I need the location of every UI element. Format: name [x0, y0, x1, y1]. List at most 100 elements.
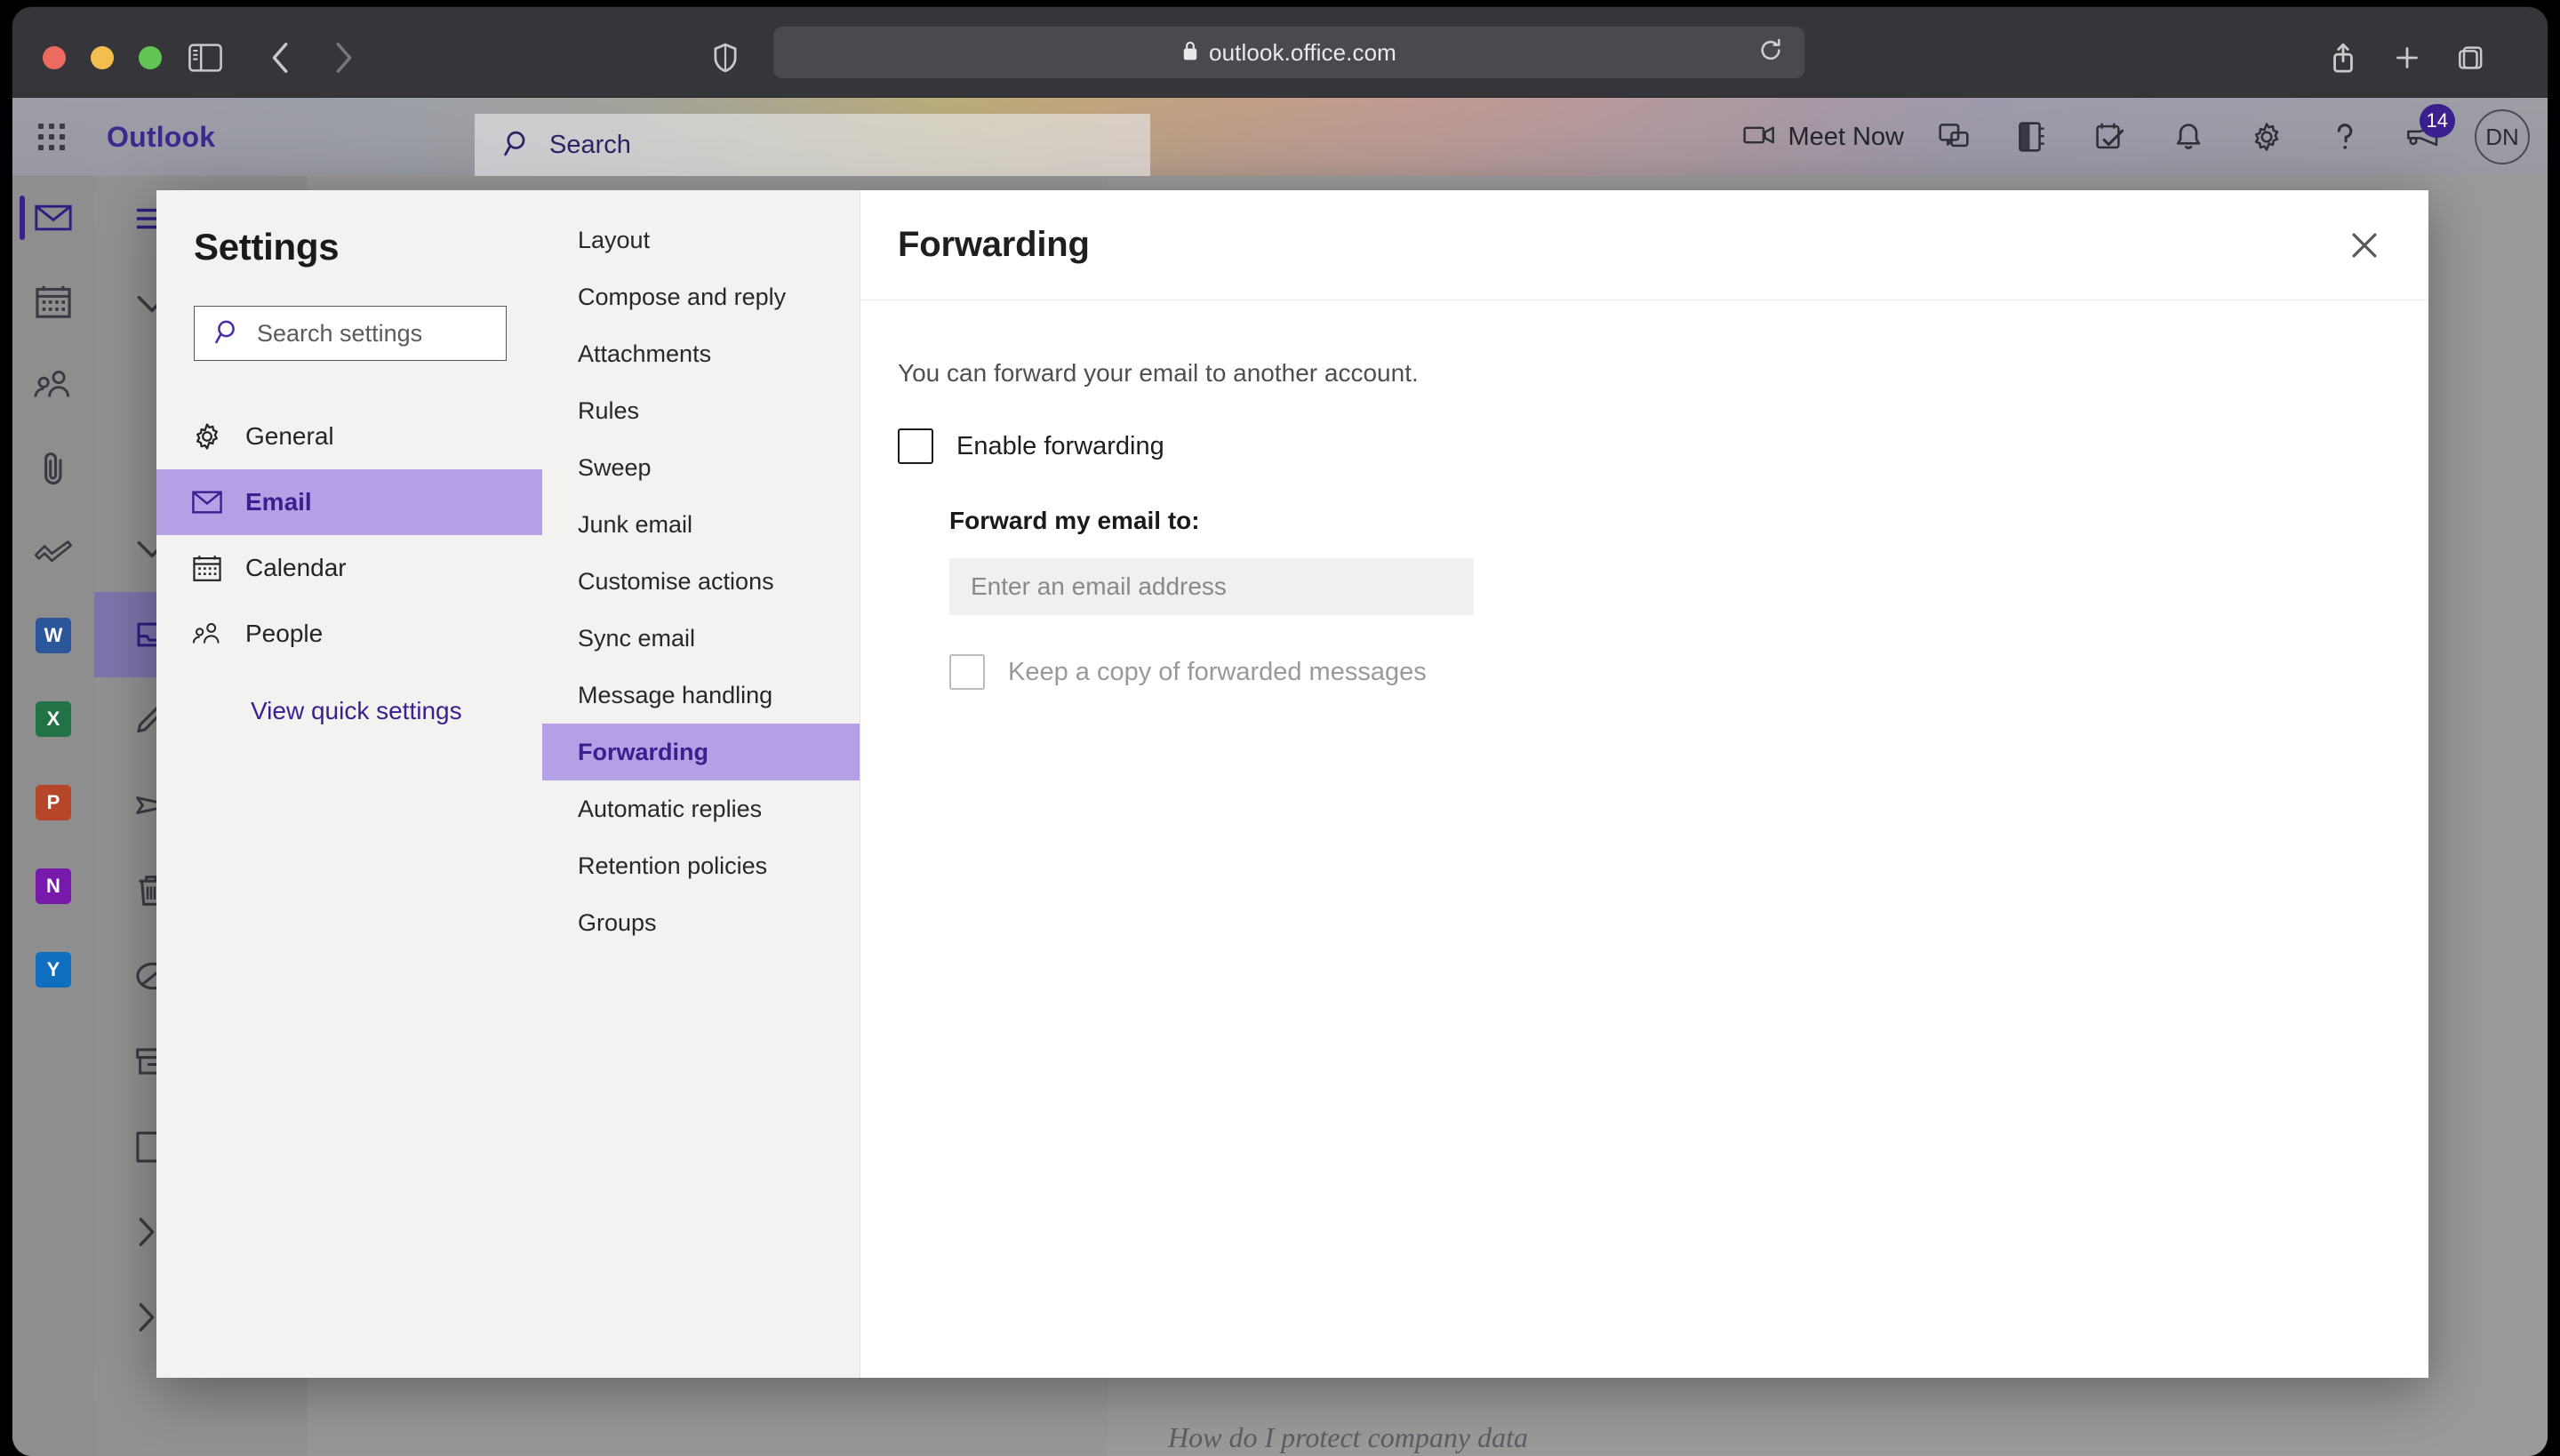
chevron-left-icon[interactable]: [260, 39, 302, 76]
megaphone-icon: [2405, 137, 2441, 152]
subnav-item-junk-email[interactable]: Junk email: [542, 496, 860, 553]
subnav-item-attachments[interactable]: Attachments: [542, 325, 860, 382]
enable-forwarding-label: Enable forwarding: [956, 432, 1164, 461]
video-camera-icon: [1743, 123, 1775, 152]
subnav-item-sync-email[interactable]: Sync email: [542, 610, 860, 667]
feedback-badge-count: 14: [2420, 104, 2455, 138]
teams-chat-icon[interactable]: [1915, 98, 1993, 176]
subnav-item-sweep[interactable]: Sweep: [542, 439, 860, 496]
share-icon[interactable]: [2324, 39, 2363, 76]
sidebar-item-label: General: [245, 422, 334, 451]
search-icon: [214, 318, 241, 349]
shield-icon[interactable]: [706, 39, 745, 76]
meet-now-button[interactable]: Meet Now: [1732, 98, 1915, 176]
enable-forwarding-checkbox[interactable]: [898, 428, 933, 464]
settings-dialog-left-pane: Settings Search settings General: [156, 190, 542, 1378]
outlook-brand[interactable]: Outlook: [107, 121, 215, 154]
suggestion-text: How do I protect company data: [1168, 1421, 1528, 1454]
subnav-item-groups[interactable]: Groups: [542, 894, 860, 951]
keep-copy-row[interactable]: Keep a copy of forwarded messages: [949, 654, 2391, 690]
keep-copy-checkbox[interactable]: [949, 654, 985, 690]
view-quick-settings-link[interactable]: View quick settings: [156, 697, 542, 725]
search-input[interactable]: Search: [475, 114, 1150, 176]
browser-toolbar: outlook.office.com: [12, 7, 2548, 98]
avatar[interactable]: DN: [2475, 109, 2530, 164]
web-page: Outlook Search Meet Now: [12, 98, 2548, 1456]
settings-search-placeholder: Search settings: [257, 320, 422, 348]
forwarding-panel-body: You can forward your email to another ac…: [860, 300, 2428, 690]
subnav-item-retention-policies[interactable]: Retention policies: [542, 837, 860, 894]
keep-copy-label: Keep a copy of forwarded messages: [1008, 658, 1427, 687]
sidebar-item-calendar[interactable]: Calendar: [156, 535, 542, 601]
forwarding-panel-header: Forwarding: [860, 190, 2428, 300]
suite-header-right: Meet Now: [1732, 98, 2539, 176]
window-controls: [43, 46, 162, 69]
forward-to-input[interactable]: Enter an email address: [949, 558, 1474, 615]
panel-title: Forwarding: [898, 225, 2340, 265]
app-rail: W X P N Y: [12, 176, 94, 1456]
rail-powerpoint-icon[interactable]: P: [12, 761, 94, 844]
close-window-button[interactable]: [43, 46, 66, 69]
rail-onenote-icon[interactable]: N: [12, 844, 94, 928]
maximise-window-button[interactable]: [139, 46, 162, 69]
subnav-item-message-handling[interactable]: Message handling: [542, 667, 860, 724]
plus-icon[interactable]: [2388, 39, 2427, 76]
outlook-suite-header: Outlook Search Meet Now: [12, 98, 2548, 176]
forwarding-details: Forward my email to: Enter an email addr…: [949, 507, 2391, 690]
search-icon: [503, 129, 532, 162]
forward-to-label: Forward my email to:: [949, 507, 2391, 535]
forwarding-description: You can forward your email to another ac…: [898, 359, 2391, 388]
subnav-item-forwarding[interactable]: Forwarding: [542, 724, 860, 780]
sidebar-item-email[interactable]: Email: [156, 469, 542, 535]
reload-icon[interactable]: [1758, 38, 1783, 68]
rail-yammer-icon[interactable]: Y: [12, 928, 94, 1012]
help-question-icon[interactable]: [2306, 98, 2384, 176]
rail-word-icon[interactable]: W: [12, 594, 94, 677]
settings-search-input[interactable]: Search settings: [194, 306, 507, 361]
meet-now-label: Meet Now: [1788, 123, 1904, 152]
minimise-window-button[interactable]: [91, 46, 114, 69]
settings-dialog: Settings Search settings General: [156, 190, 2428, 1378]
subnav-item-customise-actions[interactable]: Customise actions: [542, 553, 860, 610]
forward-to-placeholder: Enter an email address: [971, 572, 1227, 601]
rail-excel-icon[interactable]: X: [12, 677, 94, 761]
suite-header-left: Outlook: [12, 98, 215, 176]
search-placeholder: Search: [549, 131, 631, 160]
subnav-item-rules[interactable]: Rules: [542, 382, 860, 439]
lock-icon: [1181, 40, 1199, 66]
sidebar-item-people[interactable]: People: [156, 601, 542, 667]
chevron-right-icon[interactable]: [322, 39, 364, 76]
sidebar-toggle-icon[interactable]: [178, 39, 233, 76]
subnav-item-automatic-replies[interactable]: Automatic replies: [542, 780, 860, 837]
subnav-item-layout[interactable]: Layout: [542, 212, 860, 268]
forwarding-panel: Forwarding You can forward your email to…: [860, 190, 2428, 1378]
sidebar-item-label: Calendar: [245, 554, 347, 582]
enable-forwarding-row[interactable]: Enable forwarding: [898, 428, 2391, 464]
screen: outlook.office.com: [0, 0, 2560, 1456]
gear-icon: [192, 422, 222, 451]
sidebar-item-label: People: [245, 620, 323, 648]
envelope-icon: [192, 491, 222, 514]
subnav-item-compose-and-reply[interactable]: Compose and reply: [542, 268, 860, 325]
notifications-bell-icon[interactable]: [2149, 98, 2228, 176]
to-do-icon[interactable]: [2071, 98, 2149, 176]
rail-people-icon[interactable]: [12, 343, 94, 427]
calendar-icon: [192, 554, 222, 582]
settings-subnav: Layout Compose and reply Attachments Rul…: [542, 190, 860, 1378]
rail-mail-icon[interactable]: [12, 176, 94, 260]
sidebar-item-general[interactable]: General: [156, 404, 542, 469]
page-title: Settings: [156, 226, 542, 268]
onenote-icon[interactable]: [1993, 98, 2071, 176]
rail-calendar-icon[interactable]: [12, 260, 94, 343]
sidebar-item-label: Email: [245, 488, 312, 516]
settings-gear-icon[interactable]: [2228, 98, 2306, 176]
feedback-button[interactable]: 14: [2384, 98, 2462, 176]
tabs-icon[interactable]: [2452, 39, 2491, 76]
rail-files-attachment-icon[interactable]: [12, 427, 94, 510]
settings-category-list: General Email Calendar: [156, 404, 542, 667]
url-text: outlook.office.com: [1209, 39, 1396, 67]
rail-to-do-check-icon[interactable]: [12, 510, 94, 594]
address-bar[interactable]: outlook.office.com: [773, 27, 1804, 78]
waffle-grid-icon[interactable]: [12, 98, 91, 176]
close-icon[interactable]: [2340, 220, 2389, 270]
